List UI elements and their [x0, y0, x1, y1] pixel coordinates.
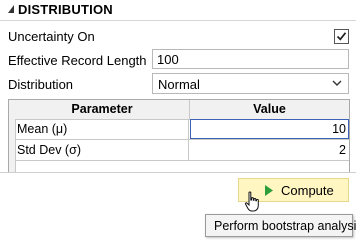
parameter-grid: Parameter Value Mean (μ) 10 Std Dev (σ) …	[8, 99, 350, 173]
play-icon	[265, 185, 273, 196]
uncertainty-checkbox[interactable]	[334, 29, 349, 44]
chevron-down-icon	[332, 80, 342, 86]
parameter-cell: Mean (μ)	[15, 119, 189, 139]
grid-header: Parameter Value	[9, 100, 349, 120]
distribution-panel: DISTRIBUTION Uncertainty On Effective Re…	[0, 0, 356, 245]
distribution-selected-value: Normal	[158, 77, 200, 92]
distribution-select[interactable]: Normal	[152, 73, 349, 94]
tooltip-text: Perform bootstrap analysis	[214, 219, 356, 233]
record-length-label: Effective Record Length	[8, 53, 147, 68]
header-divider	[0, 20, 356, 21]
uncertainty-label: Uncertainty On	[8, 29, 95, 44]
parameter-cell: Std Dev (σ)	[15, 140, 189, 160]
column-header-value[interactable]: Value	[190, 100, 349, 119]
table-row[interactable]: Std Dev (σ) 2	[15, 140, 349, 161]
section-header[interactable]: DISTRIBUTION	[0, 0, 356, 20]
value-cell[interactable]: 2	[190, 140, 349, 160]
record-length-input[interactable]	[152, 49, 349, 69]
section-title: DISTRIBUTION	[18, 2, 113, 17]
tooltip: Perform bootstrap analysis	[205, 214, 356, 237]
distribution-label: Distribution	[8, 77, 74, 92]
column-header-parameter[interactable]: Parameter	[15, 100, 190, 119]
collapse-triangle-icon[interactable]	[7, 4, 15, 14]
panel-divider	[0, 172, 356, 173]
value-cell[interactable]: 10	[190, 119, 349, 139]
hand-cursor-icon	[244, 191, 259, 212]
checkmark-icon	[336, 32, 347, 41]
compute-button-label: Compute	[281, 183, 334, 198]
table-row[interactable]: Mean (μ) 10	[15, 119, 349, 140]
